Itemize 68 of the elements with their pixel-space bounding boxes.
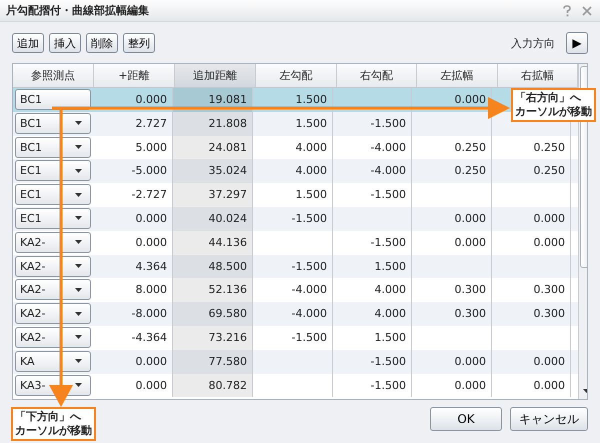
table-cell: 0.300 [534,307,565,320]
table-cell: -4.000 [292,283,327,296]
table-cell: 0.000 [534,236,565,249]
table-cell: 0.000 [454,236,486,249]
table-cell: 8.000 [136,283,167,296]
table-cell: 44.136 [208,236,247,249]
table-cell: 73.216 [208,330,247,344]
table-cell: 0.250 [454,140,486,154]
table-cell: 0.000 [136,378,167,392]
table-cell: -1.500 [292,212,327,225]
table-cell: 1.500 [296,93,327,106]
table-cell: 1.500 [374,260,406,273]
table-cell: 21.808 [208,116,247,130]
table-cell: -1.500 [292,330,327,344]
window-title: 片勾配摺付・曲線部拡幅編集 [6,3,150,18]
callout-label: 「下方向」へ カーソルが移動 [11,407,96,441]
table-cell: 0.250 [534,140,565,154]
table-cell: 4.000 [296,164,327,178]
table-cell: -1.500 [292,260,327,273]
callout-label: 「右方向」へ カーソルが移動 [511,88,596,122]
table-cell: 0.000 [136,354,167,368]
table-cell: 4.000 [296,140,327,154]
table-cell: -4.000 [370,140,406,154]
table-cell: 4.364 [136,260,167,273]
table-cell: 0.000 [534,378,565,392]
table-cell: 0.000 [454,93,486,106]
table-cell: 0.000 [534,354,565,368]
table-cell: 0.000 [454,354,486,368]
table-cell: 37.297 [208,188,247,202]
table-cell: 0.250 [534,164,565,178]
table-cell: -1.500 [370,188,406,202]
table-cell: -1.500 [370,116,406,130]
table-cell: 0.300 [534,283,565,296]
table-cell: -1.500 [370,378,406,392]
table-cell: 1.500 [374,330,406,344]
table-cell: 0.000 [534,212,565,225]
table-cell: 0.000 [136,212,167,225]
table-cell: -5.000 [132,164,167,178]
table-cell: 19.081 [208,93,247,106]
table-cell: -1.500 [370,354,406,368]
table-cell: 4.000 [374,283,406,296]
table-cell: 0.000 [454,378,486,392]
table-cell: -2.727 [132,188,167,202]
table-cell: 0.000 [136,93,167,106]
table-cell: 1.500 [296,116,327,130]
table-cell: 80.782 [208,378,247,392]
table-cell: -1.500 [370,236,406,249]
table-cell: 0.300 [454,283,486,296]
table-cell: 1.500 [296,188,327,202]
table-cell: 2.727 [136,116,167,130]
table-cell: 35.024 [208,164,247,178]
table-cell: -4.000 [292,307,327,320]
table-cell: 52.136 [208,283,247,296]
table-cell: 5.000 [136,140,167,154]
table-cell: 48.500 [208,260,247,273]
table-cell: 0.000 [454,212,486,225]
table-cell: 69.580 [208,307,247,320]
table-cell: -8.000 [132,307,167,320]
table-cell: 0.300 [454,307,486,320]
table-cell: 40.024 [208,212,247,225]
table-cell: 77.580 [208,354,247,368]
table-cell: -4.000 [370,164,406,178]
direction-label: 入力方向 [511,36,555,50]
table-cell: 4.000 [374,307,406,320]
table-cell: 0.000 [136,236,167,249]
table-cell: 24.081 [208,140,247,154]
table-cell: -4.364 [132,330,167,344]
table-cell: 0.250 [454,164,486,178]
